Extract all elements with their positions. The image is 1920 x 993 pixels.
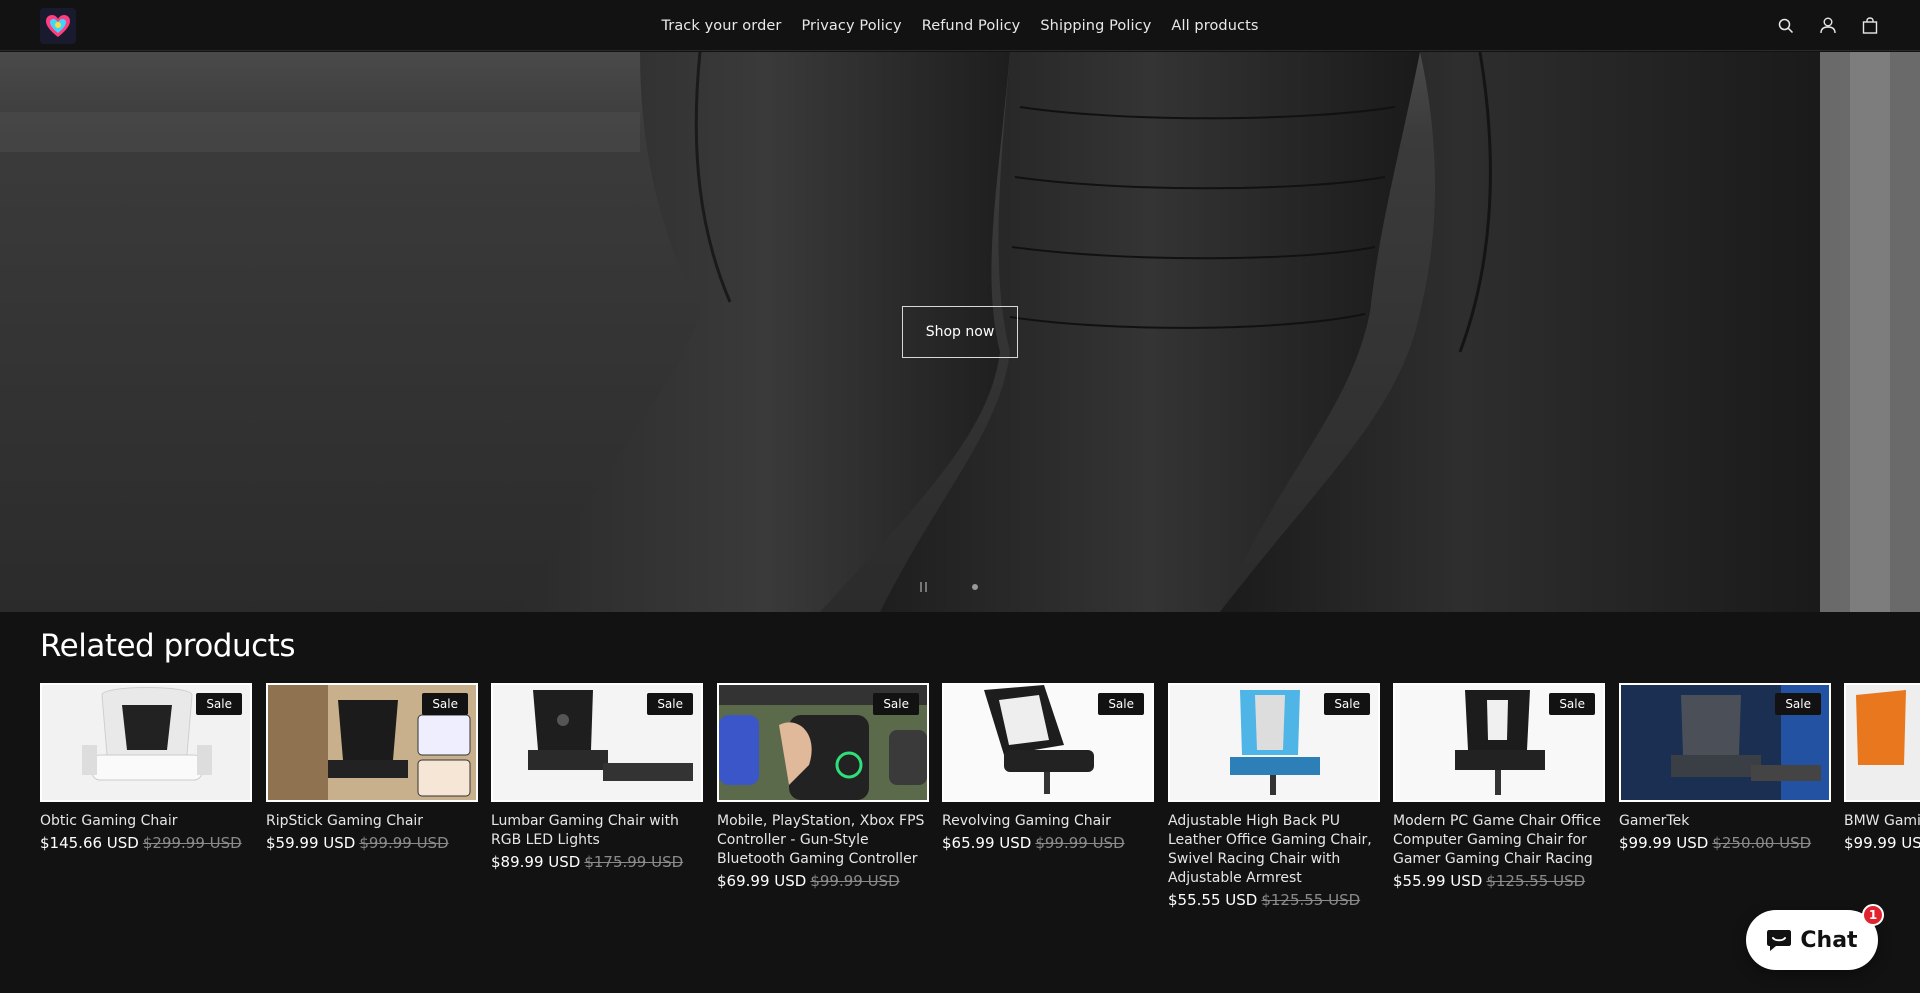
- sale-badge: Sale: [196, 693, 242, 715]
- original-price: $99.99 USD: [359, 834, 449, 852]
- sale-price: $55.99 USD: [1393, 872, 1483, 890]
- product-price: $145.66 USD $299.99 USD: [40, 834, 252, 852]
- sale-price: $59.99 USD: [266, 834, 356, 852]
- pause-icon[interactable]: [920, 582, 930, 592]
- chat-label: Chat: [1800, 927, 1858, 953]
- product-image[interactable]: Sale: [717, 683, 929, 802]
- nav-track-order[interactable]: Track your order: [651, 18, 791, 34]
- product-image[interactable]: Sale: [942, 683, 1154, 802]
- product-price: $55.99 USD $125.55 USD: [1393, 872, 1605, 890]
- product-image[interactable]: Sale: [1619, 683, 1831, 802]
- sale-price: $89.99 USD: [491, 853, 581, 871]
- original-price: $99.99 USD: [810, 872, 900, 890]
- site-header: Track your order Privacy Policy Refund P…: [0, 0, 1920, 51]
- product-image[interactable]: Sale: [491, 683, 703, 802]
- product-title[interactable]: Obtic Gaming Chair: [40, 812, 252, 831]
- nav-refund-policy[interactable]: Refund Policy: [912, 18, 1031, 34]
- search-icon[interactable]: [1776, 16, 1796, 36]
- chat-button[interactable]: Chat 1: [1746, 904, 1884, 970]
- product-card[interactable]: Sale Obtic Gaming Chair $145.66 USD $299.…: [40, 683, 252, 852]
- product-card[interactable]: Sale GamerTek $99.99 USD $250.00 USD: [1619, 683, 1831, 852]
- sale-badge: Sale: [1098, 693, 1144, 715]
- product-title[interactable]: RipStick Gaming Chair: [266, 812, 478, 831]
- related-products-carousel: Sale Obtic Gaming Chair $145.66 USD $299.…: [40, 683, 1920, 923]
- product-card[interactable]: Sale RipStick Gaming Chair $59.99 USD $99…: [266, 683, 478, 852]
- sale-price: $65.99 USD: [942, 834, 1032, 852]
- product-title[interactable]: Modern PC Game Chair Office Computer Gam…: [1393, 812, 1605, 869]
- sale-badge: Sale: [873, 693, 919, 715]
- hero-banner: Shop now: [0, 52, 1920, 612]
- product-image[interactable]: Sale: [266, 683, 478, 802]
- product-image[interactable]: Sale: [40, 683, 252, 802]
- original-price: $175.99 USD: [584, 853, 684, 871]
- sale-price: $145.66 USD: [40, 834, 139, 852]
- sale-price: $55.55 USD: [1168, 891, 1258, 909]
- original-price: $125.55 USD: [1261, 891, 1361, 909]
- original-price: $99.99 USD: [1035, 834, 1125, 852]
- nav-all-products[interactable]: All products: [1161, 18, 1268, 34]
- product-price: $59.99 USD $99.99 USD: [266, 834, 478, 852]
- header-icons: [1776, 0, 1880, 51]
- product-image[interactable]: Sale: [1168, 683, 1380, 802]
- related-products-heading: Related products: [40, 628, 295, 664]
- cart-icon[interactable]: [1860, 16, 1880, 36]
- store-logo[interactable]: [40, 8, 76, 44]
- product-card[interactable]: BMW Gaming $99.99 US: [1844, 683, 1920, 852]
- product-card[interactable]: Sale Revolving Gaming Chair $65.99 USD $9…: [942, 683, 1154, 852]
- sale-price: $99.99 USD: [1619, 834, 1709, 852]
- product-title[interactable]: Revolving Gaming Chair: [942, 812, 1154, 831]
- nav-shipping-policy[interactable]: Shipping Policy: [1030, 18, 1161, 34]
- sale-badge: Sale: [647, 693, 693, 715]
- original-price: $299.99 USD: [142, 834, 242, 852]
- product-price: $99.99 USD $250.00 USD: [1619, 834, 1831, 852]
- sale-badge: Sale: [1324, 693, 1370, 715]
- product-price: $99.99 US: [1844, 834, 1920, 852]
- main-nav: Track your order Privacy Policy Refund P…: [0, 0, 1920, 51]
- sale-badge: Sale: [1549, 693, 1595, 715]
- sale-price: $69.99 USD: [717, 872, 807, 890]
- chat-notification-badge: 1: [1862, 904, 1884, 926]
- product-card[interactable]: Sale Lumbar Gaming Chair with RGB LED Li…: [491, 683, 703, 871]
- product-image[interactable]: [1844, 683, 1920, 802]
- shop-now-button[interactable]: Shop now: [902, 306, 1018, 358]
- sale-badge: Sale: [1775, 693, 1821, 715]
- sale-price: $99.99 US: [1844, 834, 1920, 852]
- product-price: $55.55 USD $125.55 USD: [1168, 891, 1380, 909]
- product-title[interactable]: GamerTek: [1619, 812, 1831, 831]
- nav-privacy-policy[interactable]: Privacy Policy: [791, 18, 911, 34]
- original-price: $125.55 USD: [1486, 872, 1586, 890]
- slider-controls: [920, 582, 978, 592]
- product-title[interactable]: BMW Gaming: [1844, 812, 1920, 831]
- product-card[interactable]: Sale Modern PC Game Chair Office Compute…: [1393, 683, 1605, 890]
- sale-badge: Sale: [422, 693, 468, 715]
- product-price: $89.99 USD $175.99 USD: [491, 853, 703, 871]
- product-title[interactable]: Adjustable High Back PU Leather Office G…: [1168, 812, 1380, 888]
- product-price: $69.99 USD $99.99 USD: [717, 872, 929, 890]
- chat-bubble-icon: [1767, 930, 1792, 951]
- product-card[interactable]: Sale Mobile, PlayStation, Xbox FPS Contr…: [717, 683, 929, 890]
- product-image[interactable]: Sale: [1393, 683, 1605, 802]
- logo-icon: [46, 15, 70, 37]
- product-price: $65.99 USD $99.99 USD: [942, 834, 1154, 852]
- account-icon[interactable]: [1818, 16, 1838, 36]
- original-price: $250.00 USD: [1712, 834, 1812, 852]
- product-title[interactable]: Mobile, PlayStation, Xbox FPS Controller…: [717, 812, 929, 869]
- slide-dot[interactable]: [972, 584, 978, 590]
- product-title[interactable]: Lumbar Gaming Chair with RGB LED Lights: [491, 812, 703, 850]
- product-card[interactable]: Sale Adjustable High Back PU Leather Off…: [1168, 683, 1380, 909]
